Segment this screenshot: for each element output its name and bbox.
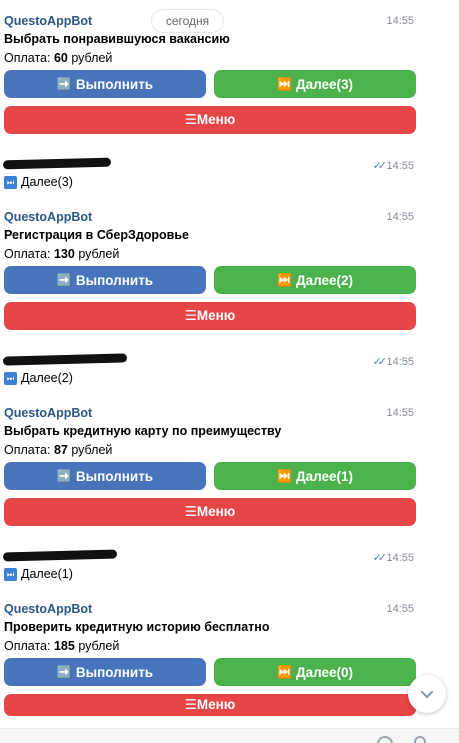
task-title: Выбрать кредитную карту по преимуществу	[4, 424, 282, 438]
message-time: 14:55	[386, 603, 414, 615]
reply-text: ⏭ Далее(1)	[4, 567, 73, 581]
user-message: ✓✓ 14:55 ⏭ Далее(1)	[0, 549, 459, 583]
task-title: Проверить кредитную историю бесплатно	[4, 620, 270, 634]
payment-text: Оплата: 185 рублей	[4, 639, 120, 653]
emoji-icon[interactable]	[377, 736, 393, 743]
payment-amount: 60	[53, 51, 68, 65]
next-button[interactable]: ⏭️ Далее(0)	[214, 658, 416, 686]
payment-text: Оплата: 130 рублей	[4, 247, 120, 261]
payment-text: Оплата: 87 рублей	[4, 443, 113, 457]
menu-button[interactable]: ☰Меню	[4, 106, 416, 134]
right-arrow-emoji-icon: ➡️	[56, 665, 72, 679]
message-time: 14:55	[386, 15, 414, 27]
user-message: ✓✓ 14:55 ⏭ Далее(2)	[0, 353, 459, 387]
menu-button[interactable]: ☰Меню	[4, 302, 416, 330]
next-button[interactable]: ⏭️ Далее(2)	[214, 266, 416, 294]
message-time: 14:55	[386, 552, 414, 564]
composer-bar	[0, 728, 459, 743]
redacted-name	[2, 353, 128, 366]
task-title: Выбрать понравившуюся вакансию	[4, 32, 230, 46]
payment-text: Оплата: 60 рублей	[4, 51, 113, 65]
chevron-down-icon	[421, 690, 433, 698]
next-button[interactable]: ⏭️ Далее(1)	[214, 462, 416, 490]
message-time: 14:55	[386, 356, 414, 368]
payment-amount: 130	[53, 247, 75, 261]
next-button[interactable]: ⏭️ Далее(3)	[214, 70, 416, 98]
payment-amount: 185	[53, 639, 75, 653]
double-check-icon: ✓✓	[372, 356, 388, 368]
menu-button[interactable]: ☰Меню	[4, 498, 416, 526]
message-time: 14:55	[386, 407, 414, 419]
message-time: 14:55	[386, 211, 414, 223]
scroll-down-button[interactable]	[408, 675, 446, 713]
sender-name[interactable]: QuestoAppBot	[4, 210, 92, 224]
next-track-emoji-icon: ⏭️	[277, 273, 292, 287]
microphone-icon[interactable]	[414, 736, 426, 743]
user-message: ✓✓ 14:55 ⏭ Далее(3)	[0, 157, 459, 191]
double-check-icon: ✓✓	[372, 160, 388, 172]
menu-button[interactable]: ☰Меню	[4, 694, 416, 716]
next-track-emoji-icon: ⏭️	[277, 665, 292, 679]
task-title: Регистрация в СберЗдоровье	[4, 228, 189, 242]
payment-amount: 87	[53, 443, 68, 457]
redacted-name	[2, 157, 112, 170]
right-arrow-emoji-icon: ➡️	[56, 273, 72, 287]
sender-name[interactable]: QuestoAppBot	[4, 406, 92, 420]
right-arrow-emoji-icon: ➡️	[56, 469, 72, 483]
next-track-emoji-icon: ⏭	[4, 371, 17, 385]
execute-button[interactable]: ➡️ Выполнить	[4, 462, 206, 490]
reply-text: ⏭ Далее(3)	[4, 175, 73, 189]
execute-button[interactable]: ➡️ Выполнить	[4, 70, 206, 98]
next-track-emoji-icon: ⏭️	[277, 77, 292, 91]
right-arrow-emoji-icon: ➡️	[56, 77, 72, 91]
execute-button[interactable]: ➡️ Выполнить	[4, 658, 206, 686]
sender-name[interactable]: QuestoAppBot	[4, 14, 92, 28]
message-time: 14:55	[386, 160, 414, 172]
date-pill: сегодня	[151, 9, 224, 33]
next-track-emoji-icon: ⏭	[4, 567, 17, 581]
next-track-emoji-icon: ⏭️	[277, 469, 292, 483]
next-track-emoji-icon: ⏭	[4, 175, 17, 189]
reply-text: ⏭ Далее(2)	[4, 371, 73, 385]
execute-button[interactable]: ➡️ Выполнить	[4, 266, 206, 294]
redacted-name	[2, 549, 118, 562]
double-check-icon: ✓✓	[372, 552, 388, 564]
sender-name[interactable]: QuestoAppBot	[4, 602, 92, 616]
